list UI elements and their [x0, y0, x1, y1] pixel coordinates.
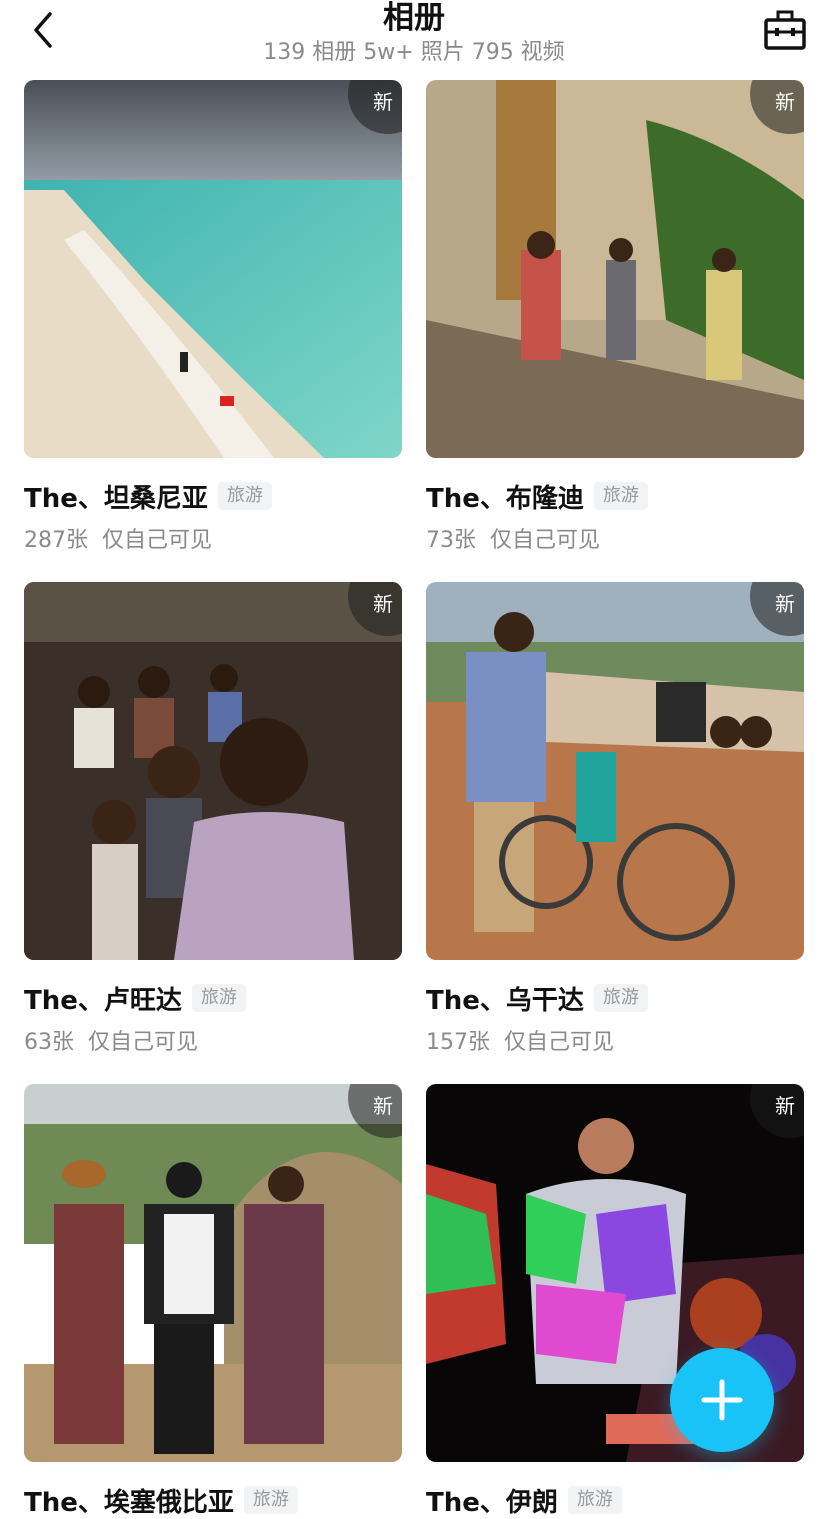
album-tag: 旅游 [593, 482, 648, 510]
toolbox-button[interactable] [762, 8, 808, 52]
new-badge: 新 [775, 1094, 795, 1118]
album-cover[interactable]: 新 [24, 1084, 402, 1462]
page-subtitle: 139 相册 5w+ 照片 795 视频 [263, 40, 565, 65]
new-badge: 新 [775, 90, 795, 114]
album-tag: 旅游 [567, 1486, 622, 1514]
album-tag: 旅游 [593, 984, 648, 1012]
new-badge: 新 [775, 592, 795, 616]
photo-count: 73张 [426, 528, 476, 553]
album-card-uganda[interactable]: 新 The、乌干达 旅游 157张 仅自己可见 [426, 582, 804, 1056]
album-card-iran[interactable]: 新 The、伊朗 旅游 [426, 1084, 804, 1518]
album-tag: 旅游 [217, 482, 272, 510]
visibility-label: 仅自己可见 [490, 528, 601, 553]
visibility-label: 仅自己可见 [102, 528, 213, 553]
visibility-label: 仅自己可见 [88, 1030, 199, 1055]
visibility-label: 仅自己可见 [504, 1030, 615, 1055]
album-cover[interactable]: 新 [24, 582, 402, 960]
plus-icon [701, 1379, 743, 1421]
new-badge: 新 [373, 592, 393, 616]
album-card-rwanda[interactable]: 新 The、卢旺达 旅游 63张 仅自己可见 [24, 582, 402, 1056]
toolbox-icon [764, 10, 806, 50]
album-name: The、乌干达 [426, 985, 584, 1016]
album-card-ethiopia[interactable]: 新 The、埃塞俄比亚 旅游 [24, 1084, 402, 1518]
page-title: 相册 [383, 0, 445, 36]
album-name: The、卢旺达 [24, 985, 182, 1016]
new-badge: 新 [373, 1094, 393, 1118]
album-tag: 旅游 [191, 984, 246, 1012]
add-album-button[interactable] [670, 1348, 774, 1452]
header: 相册 139 相册 5w+ 照片 795 视频 [0, 0, 828, 76]
album-name: The、伊朗 [426, 1487, 558, 1518]
new-badge: 新 [373, 90, 393, 114]
photo-count: 63张 [24, 1030, 74, 1055]
album-card-tanzania[interactable]: 新 The、坦桑尼亚 旅游 287张 仅自己可见 [24, 80, 402, 554]
album-name: The、埃塞俄比亚 [24, 1487, 234, 1518]
album-tag: 旅游 [243, 1486, 298, 1514]
album-name: The、布隆迪 [426, 483, 584, 514]
photo-count: 157张 [426, 1030, 490, 1055]
album-cover[interactable]: 新 [426, 80, 804, 458]
album-cover[interactable]: 新 [426, 582, 804, 960]
album-name: The、坦桑尼亚 [24, 483, 208, 514]
album-cover[interactable]: 新 [24, 80, 402, 458]
album-card-burundi[interactable]: 新 The、布隆迪 旅游 73张 仅自己可见 [426, 80, 804, 554]
photo-count: 287张 [24, 528, 88, 553]
